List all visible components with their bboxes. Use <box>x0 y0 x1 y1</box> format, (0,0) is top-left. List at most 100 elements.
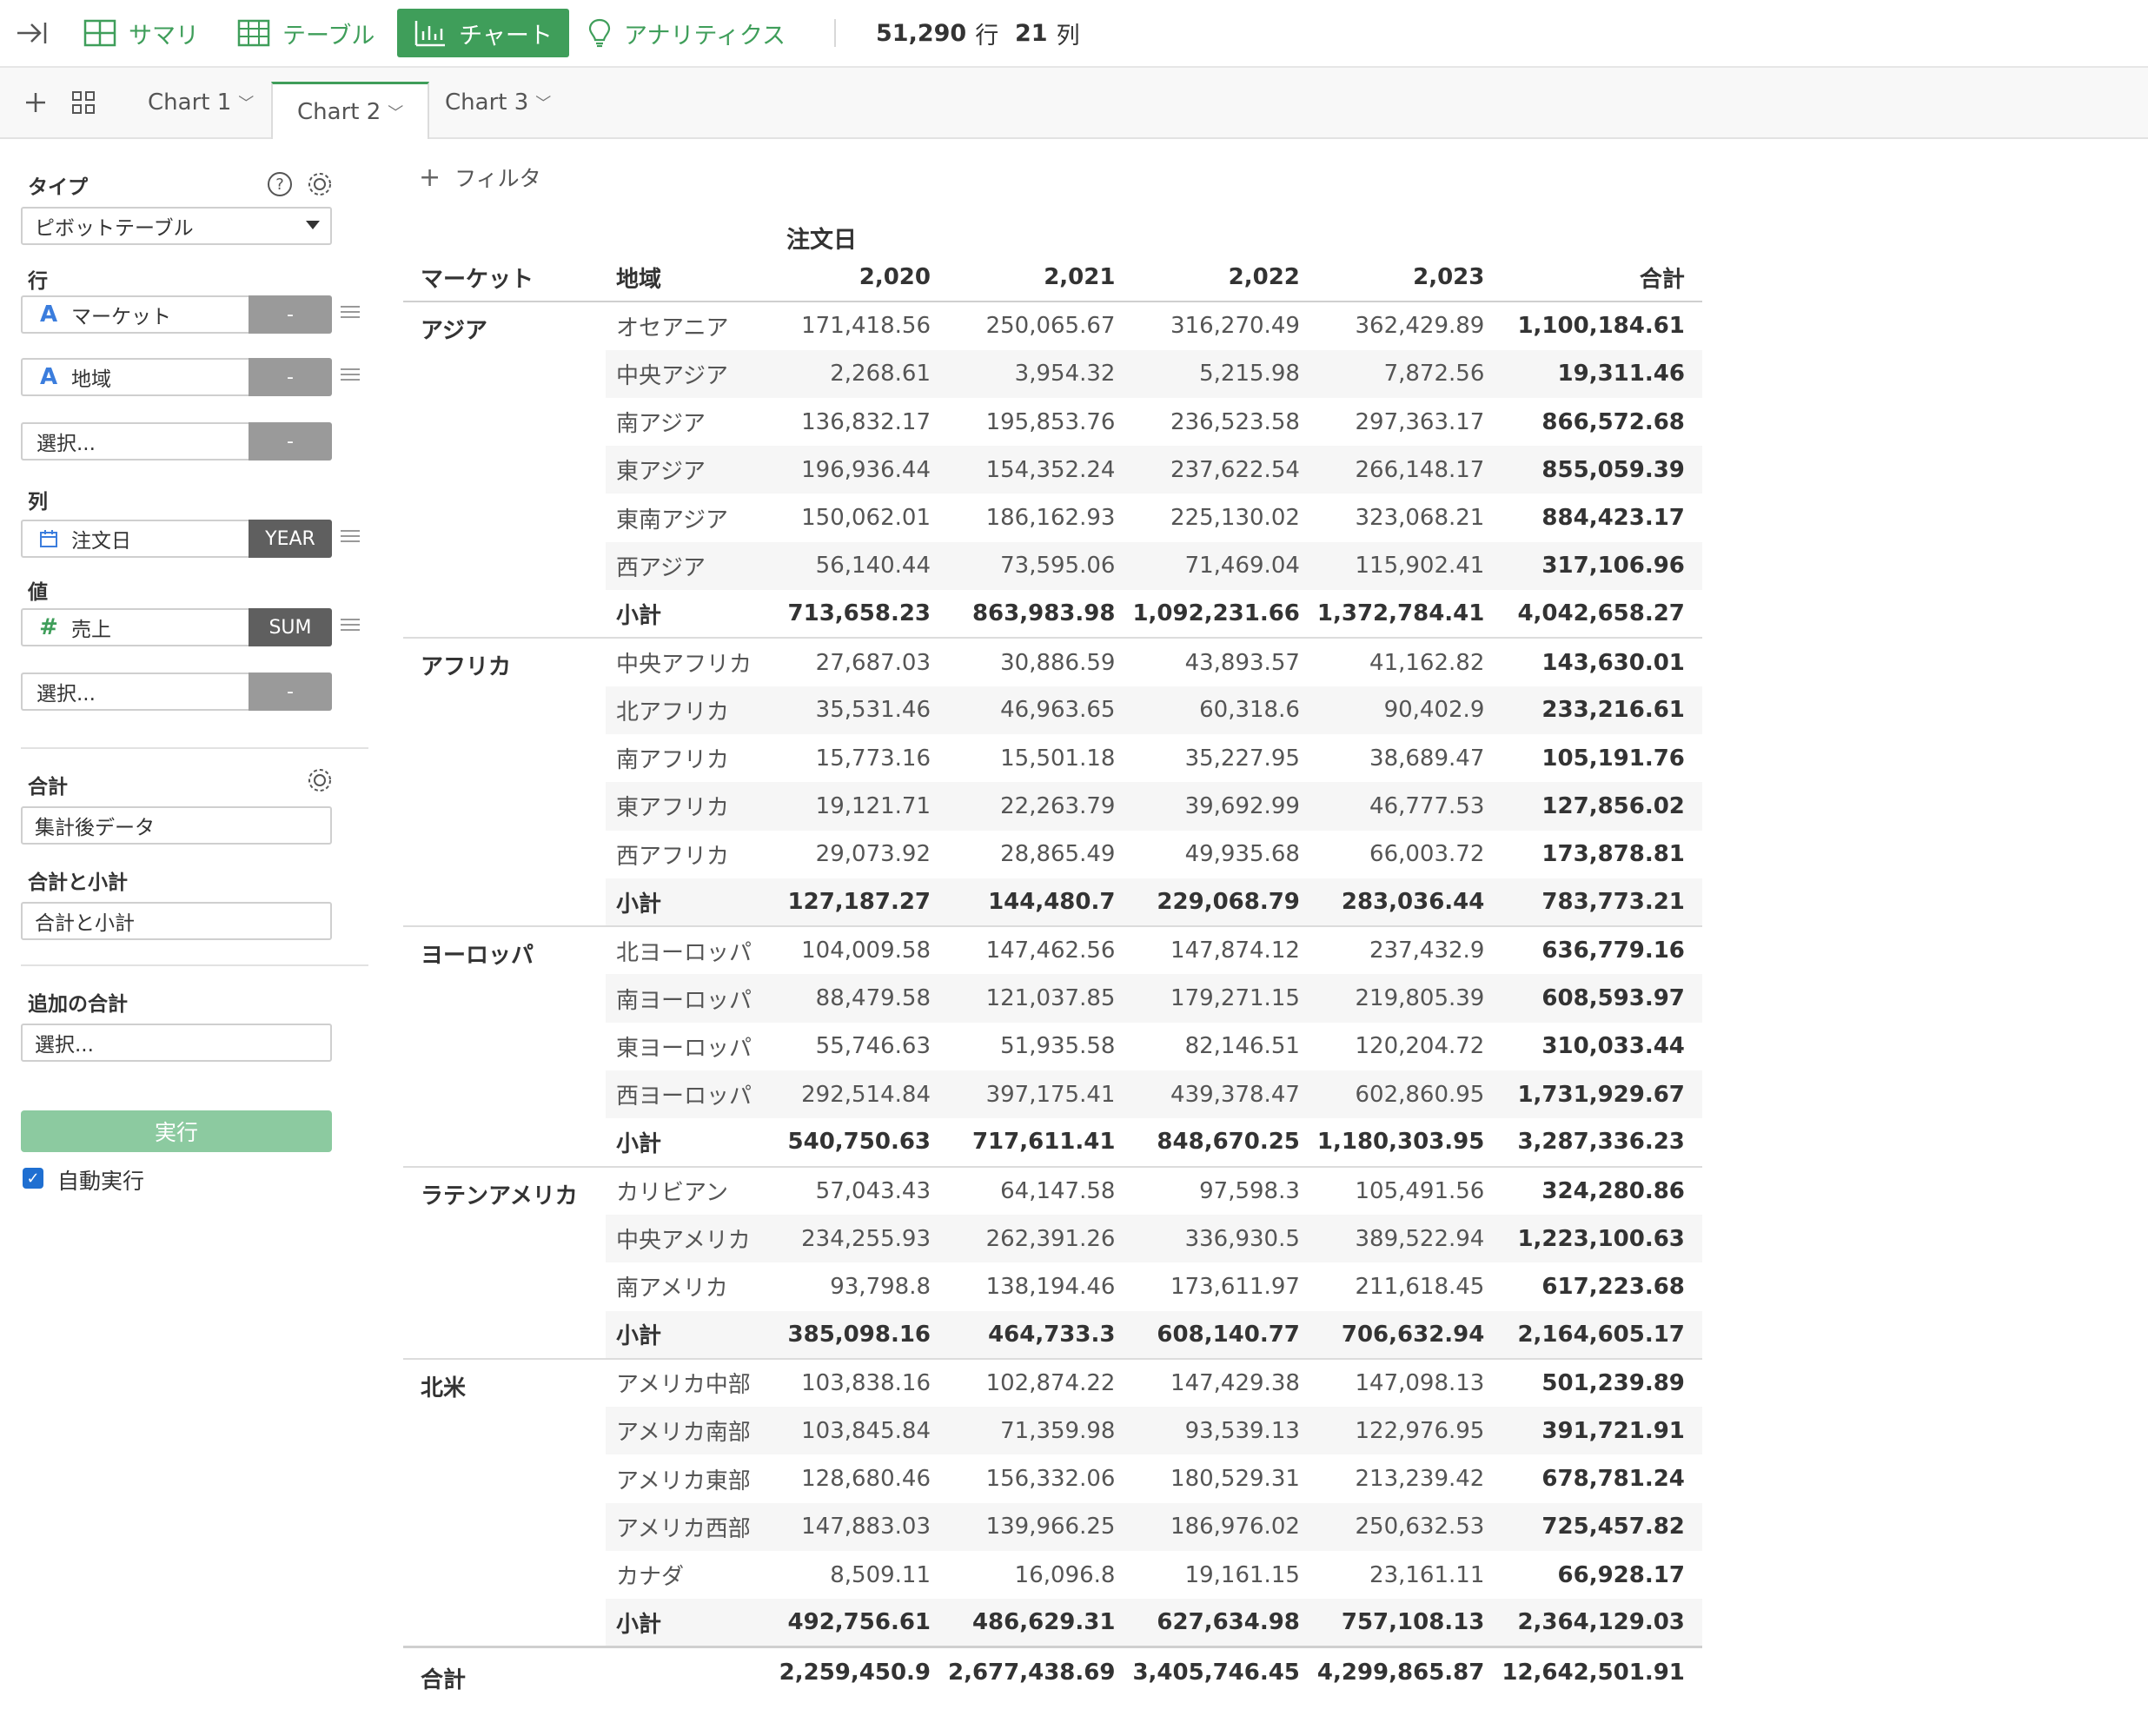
value-cell: 186,976.02 <box>1132 1502 1317 1552</box>
value-cell: 397,175.41 <box>948 1070 1133 1119</box>
tab-chart-2[interactable]: Chart 2 ﹀ <box>271 82 430 139</box>
columns-label: 列 <box>28 491 48 514</box>
add-filter-button[interactable]: + フィルタ <box>419 162 541 193</box>
settings-gear-icon[interactable] <box>306 170 334 198</box>
value-field-sales[interactable]: # 売上 SUM <box>21 608 332 646</box>
text-type-icon: A <box>39 364 58 390</box>
value-cell: 19,121.71 <box>771 782 948 831</box>
value-cell: 38,689.47 <box>1369 745 1485 772</box>
value-cell: 292,514.84 <box>771 1070 948 1119</box>
subtotal-cell: 717,611.41 <box>948 1118 1133 1168</box>
value-cell: 225,130.02 <box>1170 505 1300 532</box>
value-cell: 147,429.38 <box>1170 1369 1300 1396</box>
header-year-2022[interactable]: 2,022 <box>1132 254 1317 303</box>
value-cell: 90,402.9 <box>1316 686 1502 734</box>
value-field-select[interactable]: 選択... - <box>21 673 332 711</box>
value-cell: 150,062.01 <box>801 505 931 532</box>
market-cell: ヨーロッパ <box>403 926 606 1168</box>
subtotal-label: 合計と小計 <box>28 871 128 894</box>
total-select[interactable]: 集計後データ <box>21 806 332 845</box>
row-field-mode[interactable]: - <box>249 358 332 396</box>
region-cell: アメリカ西部 <box>606 1502 771 1552</box>
row-total-cell: 725,457.82 <box>1502 1502 1702 1552</box>
value-cell: 46,777.53 <box>1316 782 1502 831</box>
row-field-market[interactable]: A マーケット - <box>21 295 332 334</box>
value-cell: 15,773.16 <box>815 745 931 772</box>
svg-text:?: ? <box>275 176 284 194</box>
value-field-mode[interactable]: - <box>249 673 332 711</box>
value-cell: 3,954.32 <box>948 349 1133 398</box>
row-total-cell: 233,216.61 <box>1502 686 1702 734</box>
extra-total-select[interactable]: 選択... <box>21 1024 332 1062</box>
run-button[interactable]: 実行 <box>21 1110 332 1152</box>
value-field-mode[interactable]: SUM <box>249 608 332 646</box>
summary-label: サマリ <box>129 22 199 50</box>
total-settings-gear-icon[interactable] <box>306 766 334 794</box>
value-cell: 105,491.56 <box>1355 1177 1485 1204</box>
drag-handle-icon[interactable] <box>341 527 360 546</box>
row-field-select[interactable]: 選択... - <box>21 422 332 461</box>
row-field-region[interactable]: A 地域 - <box>21 358 332 396</box>
drag-handle-icon[interactable] <box>341 365 360 384</box>
subtotal-select[interactable]: 合計と小計 <box>21 902 332 940</box>
chart-type-select[interactable]: ピボットテーブル <box>21 207 332 245</box>
auto-run-checkbox[interactable]: ✓ <box>23 1168 43 1189</box>
market-cell: 北米 <box>403 1358 606 1648</box>
drag-handle-icon[interactable] <box>341 302 360 321</box>
table-icon <box>237 19 270 47</box>
table-tab[interactable]: テーブル <box>237 0 375 66</box>
subtotal-value: 合計と小計 <box>35 912 135 935</box>
region-cell: 東アジア <box>606 446 771 494</box>
row-field-mode[interactable]: - <box>249 422 332 461</box>
summary-tab[interactable]: サマリ <box>83 0 199 66</box>
calendar-icon <box>35 529 63 548</box>
grand-total-cell: 2,259,450.9 <box>771 1646 948 1698</box>
collapse-panel-icon[interactable] <box>14 0 61 66</box>
header-region[interactable]: 地域 <box>606 254 771 303</box>
chart-type-value: ピボットテーブル <box>35 217 194 240</box>
row-field-name: 地域 <box>71 368 111 391</box>
subtotal-cell: 627,634.98 <box>1132 1599 1317 1648</box>
value-cell: 138,194.46 <box>985 1273 1116 1300</box>
help-icon[interactable]: ? <box>266 170 294 198</box>
header-total[interactable]: 合計 <box>1502 254 1702 303</box>
value-cell: 147,098.13 <box>1355 1369 1485 1396</box>
region-cell: 西アフリカ <box>616 843 730 870</box>
chart-label: チャート <box>459 22 553 50</box>
tab-chart-3[interactable]: Chart 3 ﹀ <box>445 68 551 137</box>
chart-grid-icon[interactable] <box>71 68 96 137</box>
add-chart-icon[interactable] <box>24 68 47 137</box>
chart-tab[interactable]: チャート <box>397 9 569 57</box>
row-total-cell: 855,059.39 <box>1502 446 1702 494</box>
column-field-mode[interactable]: YEAR <box>249 520 332 558</box>
value-cell: 2,268.61 <box>771 349 948 398</box>
tab-chart-1[interactable]: Chart 1 ﹀ <box>148 68 254 137</box>
value-cell: 16,096.8 <box>1014 1561 1116 1588</box>
value-cell: 179,271.15 <box>1132 974 1317 1023</box>
chevron-down-icon: ﹀ <box>535 95 552 113</box>
value-cell: 73,595.06 <box>948 541 1133 591</box>
subtotal-cell: 1,092,231.66 <box>1132 590 1317 639</box>
value-cell: 171,418.56 <box>801 313 931 340</box>
header-year-2020[interactable]: 2,020 <box>771 254 948 303</box>
value-cell: 186,162.93 <box>985 505 1116 532</box>
header-market[interactable]: マーケット <box>403 254 606 303</box>
value-cell: 35,227.95 <box>1184 745 1300 772</box>
subtotal-cell: 385,098.16 <box>771 1310 948 1360</box>
row-field-mode[interactable]: - <box>249 295 332 334</box>
header-year-2021[interactable]: 2,021 <box>948 254 1133 303</box>
subtotal-cell: 1,180,303.95 <box>1316 1118 1502 1168</box>
subtotal-label: 小計 <box>606 1599 771 1648</box>
row-count-unit: 行 <box>975 22 999 50</box>
analytics-tab[interactable]: アナリティクス <box>587 0 786 66</box>
drag-handle-icon[interactable] <box>341 615 360 634</box>
value-cell: 262,391.26 <box>948 1214 1133 1263</box>
row-total-cell: 105,191.76 <box>1541 745 1685 772</box>
value-cell: 51,935.58 <box>1000 1033 1116 1060</box>
market-cell: アジア <box>403 301 606 639</box>
subtotal-cell: 464,733.3 <box>948 1310 1133 1360</box>
column-field-order-date[interactable]: 注文日 YEAR <box>21 520 332 558</box>
column-field-name: 注文日 <box>71 530 131 553</box>
header-year-2023[interactable]: 2,023 <box>1316 254 1502 303</box>
analytics-label: アナリティクス <box>624 22 786 50</box>
